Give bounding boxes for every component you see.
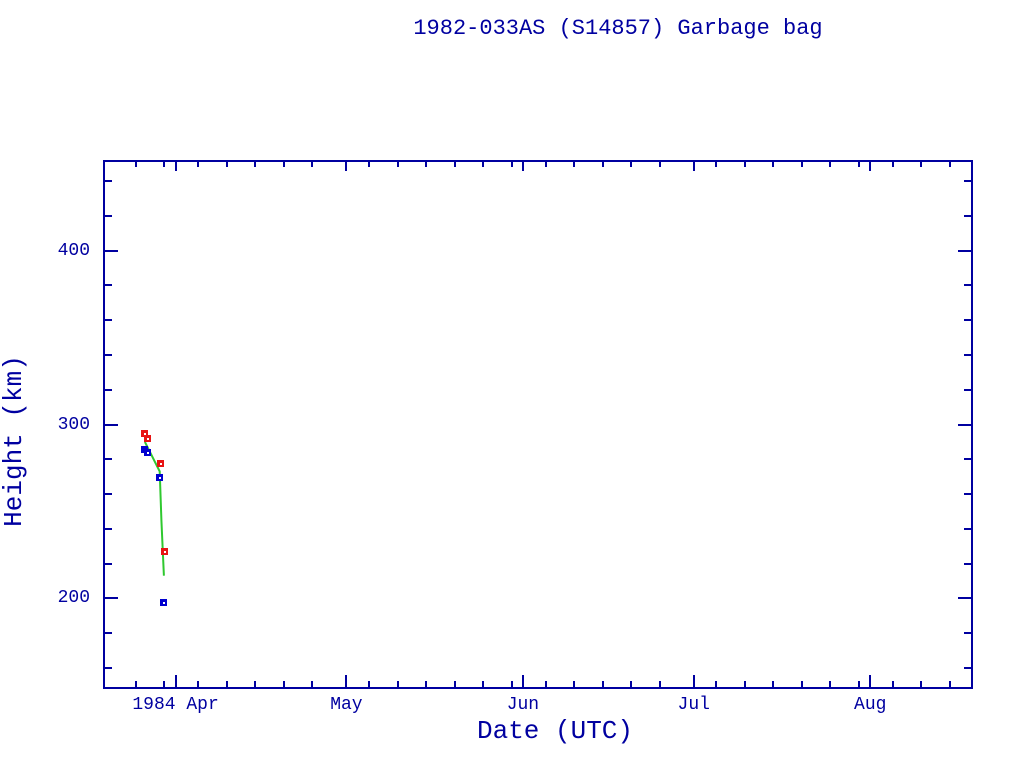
y-tick-label: 200 — [0, 587, 90, 609]
x-axis-title: Date (UTC) — [425, 716, 685, 746]
plot-area — [103, 160, 973, 689]
blue-squares-marker — [160, 599, 167, 606]
y-axis-title: Height (km) — [0, 351, 29, 531]
x-tick-label: Jun — [443, 695, 603, 715]
y-tick-label: 300 — [0, 414, 90, 436]
x-tick-label: Jul — [614, 695, 774, 715]
x-tick-label: 1984 Apr — [96, 695, 256, 715]
y-tick-label: 400 — [0, 240, 90, 262]
x-tick-label: May — [266, 695, 426, 715]
chart-canvas: 1982-033AS (S14857) Garbage bag Height (… — [0, 0, 1024, 768]
blue-squares-marker — [156, 474, 163, 481]
chart-title: 1982-033AS (S14857) Garbage bag — [206, 16, 1024, 42]
x-tick-label: Aug — [790, 695, 950, 715]
green-line — [105, 162, 971, 687]
red-squares-marker — [157, 460, 164, 467]
blue-squares-marker — [144, 449, 151, 456]
red-squares-marker — [144, 435, 151, 442]
red-squares-marker — [161, 548, 168, 555]
